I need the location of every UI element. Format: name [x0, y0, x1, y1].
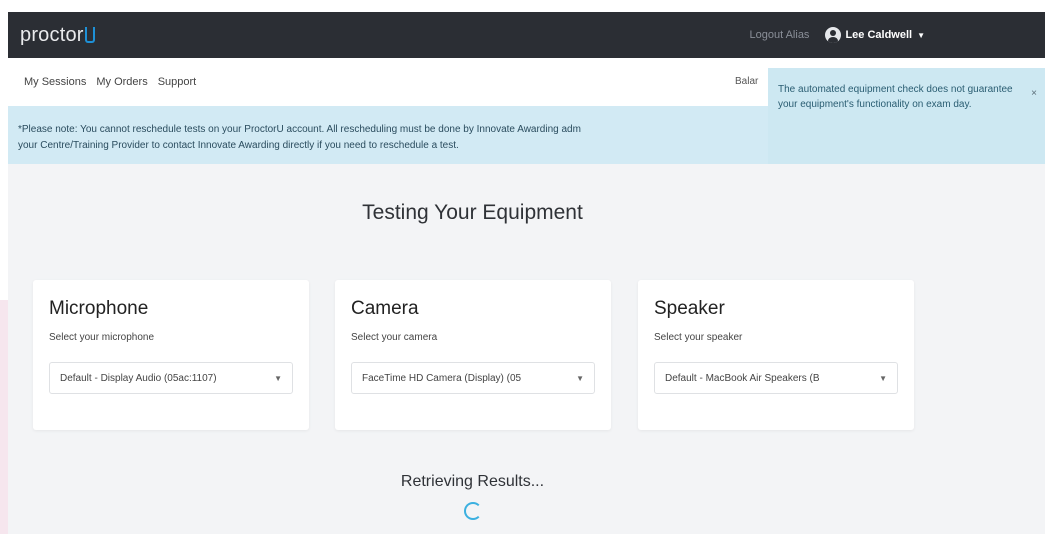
user-avatar-icon[interactable]	[825, 27, 842, 43]
card-title: Microphone	[49, 298, 149, 319]
decorative-background-strip	[0, 300, 8, 534]
retrieving-results-status: Retrieving Results...	[400, 473, 545, 490]
chevron-down-icon: ▼	[879, 373, 887, 383]
nav-support[interactable]: Support	[158, 76, 197, 88]
proctoru-logo[interactable]: proctor	[20, 24, 95, 47]
chevron-down-icon: ▼	[274, 373, 282, 383]
selected-value: FaceTime HD Camera (Display) (05	[362, 372, 522, 384]
close-icon[interactable]: ×	[1031, 86, 1037, 101]
nav-my-sessions[interactable]: My Sessions	[24, 76, 86, 88]
logout-alias-link[interactable]: Logout Alias	[750, 29, 810, 41]
camera-card: Camera Select your camera FaceTime HD Ca…	[335, 280, 611, 430]
speaker-select[interactable]: Default - MacBook Air Speakers (B ▼	[654, 362, 898, 394]
selected-value: Default - MacBook Air Speakers (B	[665, 372, 820, 384]
user-menu-area: Logout Alias Lee Caldwell ▼	[750, 27, 925, 43]
nav-my-orders[interactable]: My Orders	[96, 76, 147, 88]
microphone-card: Microphone Select your microphone Defaul…	[33, 280, 309, 430]
card-title: Camera	[351, 298, 419, 319]
chevron-down-icon[interactable]: ▼	[917, 31, 925, 40]
card-title: Speaker	[654, 298, 725, 319]
card-subtitle: Select your microphone	[49, 332, 155, 343]
chevron-down-icon: ▼	[576, 373, 584, 383]
card-subtitle: Select your camera	[351, 332, 438, 343]
loading-spinner-icon	[464, 502, 482, 520]
microphone-select[interactable]: Default - Display Audio (05ac:1107) ▼	[49, 362, 293, 394]
page-title: Testing Your Equipment	[362, 201, 583, 224]
browser-viewport: proctor Logout Alias Lee Caldwell ▼ My S…	[8, 12, 1045, 534]
toast-message: The automated equipment check does not g…	[778, 84, 1013, 110]
selected-value: Default - Display Audio (05ac:1107)	[60, 372, 217, 384]
camera-select[interactable]: FaceTime HD Camera (Display) (05 ▼	[351, 362, 595, 394]
card-subtitle: Select your speaker	[654, 332, 743, 343]
logo-text: proctor	[20, 23, 84, 46]
balance-label: Balar	[735, 76, 759, 87]
logo-u-mark-icon	[84, 27, 95, 43]
username-dropdown[interactable]: Lee Caldwell	[845, 29, 912, 41]
top-navbar: proctor Logout Alias Lee Caldwell ▼	[8, 12, 1045, 58]
speaker-card: Speaker Select your speaker Default - Ma…	[638, 280, 914, 430]
equipment-check-toast: The automated equipment check does not g…	[768, 68, 1045, 164]
